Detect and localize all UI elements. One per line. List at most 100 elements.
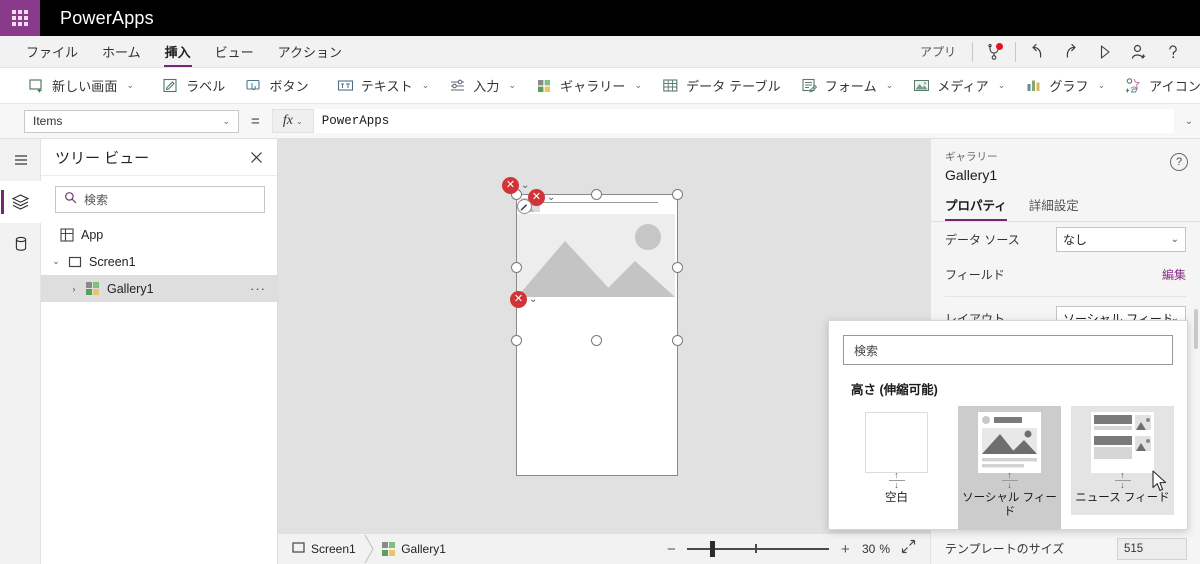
property-row-template-size: テンプレートのサイズ 515 — [945, 531, 1187, 564]
ribbon-gallery[interactable]: ギャラリー ⌄ — [526, 68, 652, 104]
resize-handle-bottom-left[interactable] — [511, 335, 522, 346]
menu-bar-actions: アプリ — [908, 37, 1200, 67]
ribbon-label[interactable]: ラベル — [152, 68, 235, 104]
help-circle-icon[interactable]: ? — [1170, 153, 1188, 171]
layout-option-social-feed[interactable]: ↑ ↓ ソーシャル フィード — [958, 406, 1061, 530]
tree-node-screen1[interactable]: ⌄ Screen1 — [41, 248, 277, 275]
fx-label: fx — [282, 113, 293, 128]
template-size-input[interactable]: 515 — [1117, 537, 1187, 560]
app-launcher-icon[interactable] — [0, 0, 40, 36]
powerapps-studio-window: PowerApps ファイル ホーム 挿入 ビュー アクション アプリ 新しい画… — [0, 0, 1200, 564]
layout-search-input[interactable]: 検索 — [843, 335, 1173, 365]
help-icon[interactable] — [1156, 37, 1190, 67]
equals-sign: = — [251, 112, 260, 130]
ribbon-chart[interactable]: グラフ ⌄ — [1015, 68, 1115, 104]
datasource-dropdown[interactable]: なし ⌄ — [1056, 227, 1186, 252]
property-selector[interactable]: Items ⌄ — [24, 109, 239, 133]
formula-expand-chevron-icon[interactable]: ⌄ — [1178, 116, 1200, 127]
formula-input[interactable]: PowerApps — [313, 109, 1174, 133]
layout-thumb-blank: ↑ ↓ — [857, 412, 937, 490]
zoom-slider-thumb[interactable] — [710, 541, 716, 557]
zoom-out-button[interactable]: − — [659, 541, 683, 558]
properties-scrollbar[interactable] — [1194, 309, 1198, 349]
chevron-down-icon: ⌄ — [1170, 234, 1179, 245]
chevron-right-icon[interactable]: › — [65, 284, 83, 294]
menu-item-insert[interactable]: 挿入 — [153, 36, 203, 68]
breadcrumb-gallery1[interactable]: Gallery1 — [376, 534, 452, 564]
ribbon-text[interactable]: テキスト ⌄ — [327, 68, 440, 104]
ribbon-label-label: ラベル — [186, 79, 226, 94]
ribbon-icons[interactable]: アイコン ⌄ — [1115, 68, 1200, 104]
resize-handle-top-right[interactable] — [672, 189, 683, 200]
error-badge-1[interactable]: ✕ — [502, 177, 519, 194]
layout-group-title: 高さ (伸縮可能) — [851, 383, 938, 397]
ribbon-form[interactable]: フォーム ⌄ — [791, 68, 904, 104]
ribbon-data-table[interactable]: データ テーブル — [652, 68, 791, 104]
chevron-down-icon[interactable]: ⌄ — [47, 256, 65, 267]
form-icon — [801, 77, 818, 94]
close-icon[interactable] — [243, 144, 269, 170]
chevron-down-icon: ⌄ — [1097, 80, 1106, 90]
error-chevron-1-icon[interactable]: ⌄ — [521, 180, 529, 191]
redo-icon[interactable] — [1054, 37, 1088, 67]
layout-picker-flyout: 検索 高さ (伸縮可能) ↑ ↓ 空白 ↑ ↓ ソーシャル フィード ↑ ↓ ニ… — [828, 320, 1188, 530]
app-title: PowerApps — [60, 7, 154, 28]
tree-view-header: ツリー ビュー — [41, 139, 277, 176]
ribbon-data-table-label: データ テーブル — [686, 79, 781, 94]
resize-handle-bottom-right[interactable] — [672, 335, 683, 346]
error-chevron-2-icon[interactable]: ⌄ — [547, 192, 555, 203]
zoom-slider[interactable] — [687, 541, 830, 557]
tree-node-app[interactable]: App — [41, 221, 277, 248]
menu-item-file[interactable]: ファイル — [14, 36, 90, 68]
layout-option-blank[interactable]: ↑ ↓ 空白 — [845, 406, 948, 515]
tree-node-context-menu-icon[interactable]: ··· — [250, 281, 269, 296]
tree-view-layers-icon[interactable] — [0, 181, 41, 223]
resize-handle-middle-left[interactable] — [511, 262, 522, 273]
control-kind-label: ギャラリー — [945, 151, 998, 163]
tree-node-gallery1[interactable]: › Gallery1 ··· — [41, 275, 277, 302]
search-placeholder: 検索 — [84, 193, 109, 207]
breadcrumb-gallery1-label: Gallery1 — [401, 542, 446, 556]
tab-advanced[interactable]: 詳細設定 — [1029, 191, 1079, 221]
properties-bottom-rows: テンプレートのサイズ 515 テンプレートのパディング 4 — [931, 531, 1200, 564]
menu-item-list: ファイル ホーム 挿入 ビュー アクション — [0, 36, 354, 68]
share-user-icon[interactable] — [1122, 37, 1156, 67]
resize-handle-top-center[interactable] — [591, 189, 602, 200]
data-sources-icon[interactable] — [0, 223, 41, 265]
properties-header: ギャラリー Gallery1 ? — [931, 139, 1200, 183]
tab-properties[interactable]: プロパティ — [945, 191, 1007, 221]
play-preview-icon[interactable] — [1088, 37, 1122, 67]
zoom-in-button[interactable]: + — [833, 541, 857, 558]
fit-screen-icon[interactable] — [894, 539, 922, 559]
ribbon-gallery-label: ギャラリー — [560, 79, 626, 94]
undo-icon[interactable] — [1020, 37, 1054, 67]
title-bar: PowerApps — [0, 0, 1200, 36]
control-name-label: Gallery1 — [945, 167, 998, 183]
media-icon — [913, 77, 930, 94]
zoom-slider-tick — [755, 544, 758, 553]
resize-handle-middle-right[interactable] — [672, 262, 683, 273]
edit-pencil-icon[interactable] — [517, 199, 532, 214]
breadcrumb-screen1[interactable]: Screen1 — [286, 534, 362, 564]
error-chevron-3-icon[interactable]: ⌄ — [529, 294, 537, 305]
apps-label[interactable]: アプリ — [908, 43, 968, 60]
ribbon-new-screen[interactable]: 新しい画面 ⌄ — [18, 68, 144, 104]
resize-handle-bottom-center[interactable] — [591, 335, 602, 346]
menu-item-action[interactable]: アクション — [266, 36, 354, 68]
chevron-down-icon: ⌄ — [421, 80, 430, 90]
new-screen-icon — [28, 77, 45, 94]
menu-item-view[interactable]: ビュー — [203, 36, 266, 68]
insert-ribbon: 新しい画面 ⌄ ラベル ボタン テキスト ⌄ 入力 ⌄ ギャラリー ⌄ データ … — [0, 68, 1200, 104]
ribbon-media[interactable]: メディア ⌄ — [903, 68, 1015, 104]
fx-button[interactable]: fx ⌄ — [271, 109, 314, 133]
menu-item-home[interactable]: ホーム — [90, 36, 153, 68]
tree-view-title: ツリー ビュー — [55, 149, 150, 167]
checker-icon[interactable] — [977, 37, 1011, 67]
hamburger-menu-icon[interactable] — [0, 139, 41, 181]
search-input[interactable]: 検索 — [55, 186, 265, 213]
ribbon-button[interactable]: ボタン — [235, 68, 318, 104]
fields-edit-link[interactable]: 編集 — [1162, 266, 1186, 283]
tree-node-gallery1-label: Gallery1 — [107, 281, 154, 296]
ribbon-input[interactable]: 入力 ⌄ — [439, 68, 526, 104]
error-badge-3[interactable]: ✕ — [510, 291, 527, 308]
